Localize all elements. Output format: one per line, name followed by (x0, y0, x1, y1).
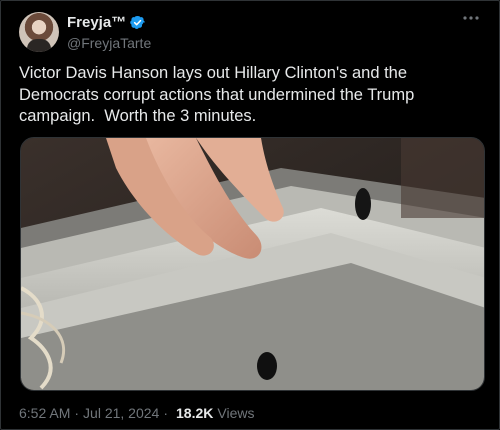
display-name-row: Freyja™ (67, 13, 151, 32)
verified-badge-icon[interactable] (129, 14, 146, 31)
avatar[interactable] (19, 12, 59, 52)
tweet-video[interactable] (20, 137, 485, 391)
tweet-date[interactable]: Jul 21, 2024 (83, 405, 159, 421)
avatar-figure (27, 39, 51, 52)
tweet-card: Freyja™ @FreyjaTarte Victor Davis Hanson… (0, 0, 500, 430)
author-names: Freyja™ @FreyjaTarte (67, 13, 151, 51)
more-dots-icon[interactable] (459, 11, 483, 31)
meta-separator: · (163, 405, 169, 421)
views-count[interactable]: 18.2K (176, 405, 213, 421)
video-frame-image (21, 138, 484, 390)
tweet-meta: 6:52 AM · Jul 21, 2024 · 18.2K Views (19, 405, 254, 421)
display-name[interactable]: Freyja™ (67, 14, 126, 31)
tweet-time[interactable]: 6:52 AM (19, 405, 70, 421)
author-handle[interactable]: @FreyjaTarte (67, 35, 151, 51)
tweet-text: Victor Davis Hanson lays out Hillary Cli… (19, 64, 419, 125)
meta-separator: · (74, 405, 80, 421)
tweet-header: Freyja™ @FreyjaTarte (19, 11, 485, 55)
views-label: Views (217, 405, 255, 421)
